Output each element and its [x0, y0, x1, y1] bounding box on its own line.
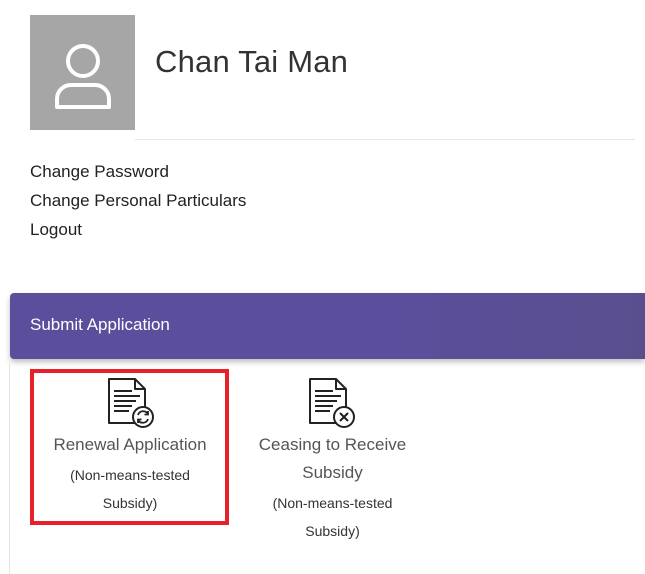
change-password-link[interactable]: Change Password — [30, 157, 246, 186]
logout-link[interactable]: Logout — [30, 215, 246, 244]
section-title: Submit Application — [30, 315, 170, 334]
ceasing-to-receive-subsidy-title: Ceasing to Receive Subsidy — [258, 435, 407, 482]
renewal-application-tile[interactable]: Renewal Application (Non-means-tested Su… — [30, 369, 230, 527]
document-renew-icon — [108, 378, 154, 428]
change-personal-particulars-link[interactable]: Change Personal Particulars — [30, 186, 246, 215]
divider — [135, 139, 635, 140]
user-name: Chan Tai Man — [155, 44, 349, 79]
user-icon — [55, 44, 111, 109]
avatar — [30, 15, 135, 130]
ceasing-to-receive-subsidy-tile[interactable]: Ceasing to Receive Subsidy (Non-means-te… — [240, 369, 425, 549]
document-cancel-icon — [309, 378, 355, 428]
ceasing-to-receive-subsidy-subtitle: (Non-means-tested Subsidy) — [272, 495, 393, 539]
renewal-application-title: Renewal Application — [53, 435, 207, 454]
account-menu: Change Password Change Personal Particul… — [30, 157, 246, 244]
content-border — [9, 362, 10, 574]
renewal-application-subtitle: (Non-means-tested Subsidy) — [70, 467, 190, 511]
submit-application-header: Submit Application — [10, 293, 645, 359]
